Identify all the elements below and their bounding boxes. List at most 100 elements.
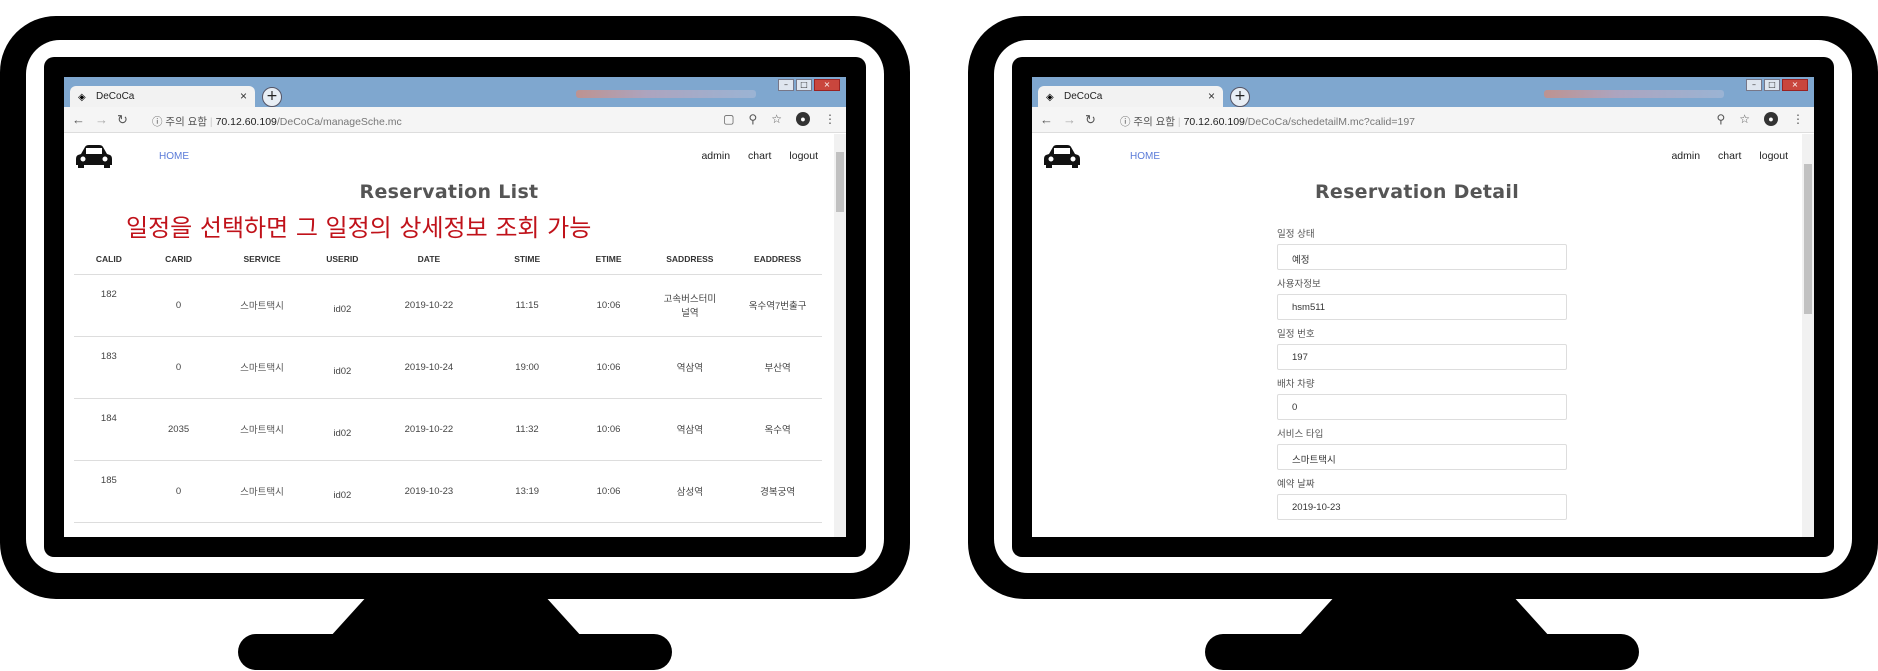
scrollbar-thumb[interactable] xyxy=(836,152,844,212)
page-viewport: HOME admin chart logout Reservation Deta… xyxy=(1032,134,1814,537)
new-tab-icon[interactable]: + xyxy=(1230,87,1250,107)
col-carid: CARID xyxy=(143,244,214,275)
tab-bar: ◈ DeCoCa × + – □ × xyxy=(64,77,846,108)
admin-link[interactable]: admin xyxy=(701,150,730,162)
search-icon[interactable]: ⚲ xyxy=(748,112,757,126)
field-label-vehicle: 배차 차량 xyxy=(1277,379,1315,390)
browser-tab[interactable]: ◈ DeCoCa × xyxy=(70,86,255,108)
forward-arrow-icon[interactable]: → xyxy=(95,112,108,127)
reload-icon[interactable]: ↻ xyxy=(1085,112,1096,128)
field-label-reservation-date: 예약 날짜 xyxy=(1277,479,1315,490)
minimize-icon[interactable]: – xyxy=(778,79,794,91)
col-etime: ETIME xyxy=(570,244,647,275)
field-label-schedule-number: 일정 번호 xyxy=(1277,329,1315,340)
field-label-status: 일정 상태 xyxy=(1277,229,1315,240)
cell-etime: 10:06 xyxy=(570,336,647,399)
search-icon[interactable]: ⚲ xyxy=(1716,112,1725,126)
menu-dots-icon[interactable]: ⋮ xyxy=(824,112,836,126)
cell-service: 스마트택시 xyxy=(213,398,311,461)
back-arrow-icon[interactable]: ← xyxy=(72,112,85,127)
window-close-icon[interactable]: × xyxy=(1782,79,1808,91)
cell-eaddress: 경복궁역 xyxy=(733,460,822,523)
admin-link[interactable]: admin xyxy=(1671,150,1700,162)
window-controls: – □ × xyxy=(778,79,840,91)
table-row[interactable]: 184 2035 스마트택시 id02 2019-10-22 11:32 10:… xyxy=(74,398,822,461)
cell-date: 2019-10-22 xyxy=(374,398,484,461)
cell-etime: 10:06 xyxy=(570,274,647,337)
car-logo-icon[interactable] xyxy=(75,144,113,168)
star-icon[interactable]: ☆ xyxy=(1739,112,1750,126)
chart-link[interactable]: chart xyxy=(748,150,771,162)
field-user[interactable]: hsm511 xyxy=(1277,294,1567,320)
back-arrow-icon[interactable]: ← xyxy=(1040,112,1053,127)
tab-bar: ◈ DeCoCa × + – □ × xyxy=(1032,77,1814,108)
car-favicon-icon: ◈ xyxy=(1046,92,1054,103)
left-browser-window: ◈ DeCoCa × + – □ × ← → ↻ ⓘ 주의 요함 | 70.12… xyxy=(64,77,846,537)
cell-carid: 0 xyxy=(143,274,214,337)
profile-avatar-icon[interactable]: ● xyxy=(796,112,810,126)
top-nav-links: admin chart logout xyxy=(701,150,818,162)
cell-carid: 0 xyxy=(143,460,214,523)
url-field[interactable]: ⓘ 주의 요함 | 70.12.60.109/DeCoCa/schedetail… xyxy=(1120,114,1415,129)
maximize-icon[interactable]: □ xyxy=(796,79,812,91)
cell-stime: 19:00 xyxy=(483,336,571,399)
annotation-text: 일정을 선택하면 그 일정의 상세정보 조회 가능 xyxy=(126,214,592,242)
cell-stime: 11:32 xyxy=(483,398,571,461)
profile-avatar-icon[interactable]: ● xyxy=(1764,112,1778,126)
logout-link[interactable]: logout xyxy=(789,150,818,162)
address-bar-actions: ⚲ ☆ ● ⋮ xyxy=(1716,112,1804,126)
close-tab-icon[interactable]: × xyxy=(1208,89,1215,103)
page: ◈ DeCoCa × + – □ × ← → ↻ ⓘ 주의 요함 | 70.12… xyxy=(0,0,1878,671)
vertical-scrollbar[interactable] xyxy=(1802,134,1814,537)
field-status[interactable]: 예정 xyxy=(1277,244,1567,270)
table-row[interactable]: 185 0 스마트택시 id02 2019-10-23 13:19 10:06 … xyxy=(74,460,822,523)
field-vehicle[interactable]: 0 xyxy=(1277,394,1567,420)
col-stime: STIME xyxy=(483,244,571,275)
page-viewport: HOME admin chart logout Reservation List… xyxy=(64,134,846,537)
table-row[interactable]: 182 0 스마트택시 id02 2019-10-22 11:15 10:06 … xyxy=(74,274,822,337)
security-warning: ⓘ 주의 요함 xyxy=(1120,116,1175,128)
field-reservation-date[interactable]: 2019-10-23 xyxy=(1277,494,1567,520)
table-row[interactable]: 183 0 스마트택시 id02 2019-10-24 19:00 10:06 … xyxy=(74,336,822,399)
star-icon[interactable]: ☆ xyxy=(771,112,782,126)
url-path: /DeCoCa/schedetailM.mc?calid=197 xyxy=(1244,116,1416,128)
field-schedule-number[interactable]: 197 xyxy=(1277,344,1567,370)
home-link[interactable]: HOME xyxy=(1130,151,1160,162)
vertical-scrollbar[interactable] xyxy=(834,134,846,537)
cell-date: 2019-10-23 xyxy=(374,460,484,523)
chart-link[interactable]: chart xyxy=(1718,150,1741,162)
url-field[interactable]: ⓘ 주의 요함 | 70.12.60.109/DeCoCa/manageSche… xyxy=(152,114,402,129)
blurred-background-text xyxy=(1544,90,1724,98)
field-service-type[interactable]: 스마트택시 xyxy=(1277,444,1567,470)
col-userid: USERID xyxy=(310,244,374,275)
cell-userid: id02 xyxy=(310,398,374,461)
menu-dots-icon[interactable]: ⋮ xyxy=(1792,112,1804,126)
col-eaddress: EADDRESS xyxy=(733,244,822,275)
window-close-icon[interactable]: × xyxy=(814,79,840,91)
tab-title: DeCoCa xyxy=(96,91,135,102)
top-nav-links: admin chart logout xyxy=(1671,150,1788,162)
browser-tab[interactable]: ◈ DeCoCa × xyxy=(1038,86,1223,108)
col-saddress: SADDRESS xyxy=(646,244,734,275)
translate-icon[interactable]: ▢ xyxy=(723,112,734,126)
new-tab-icon[interactable]: + xyxy=(262,87,282,107)
right-browser-window: ◈ DeCoCa × + – □ × ← → ↻ ⓘ 주의 요함 | 70.12… xyxy=(1032,77,1814,537)
reservation-table: CALID CARID SERVICE USERID DATE STIME ET… xyxy=(74,244,822,523)
scrollbar-thumb[interactable] xyxy=(1804,164,1812,314)
address-bar-actions: ▢ ⚲ ☆ ● ⋮ xyxy=(723,112,836,126)
minimize-icon[interactable]: – xyxy=(1746,79,1762,91)
address-bar: ← → ↻ ⓘ 주의 요함 | 70.12.60.109/DeCoCa/mana… xyxy=(64,107,846,133)
close-tab-icon[interactable]: × xyxy=(240,89,247,103)
car-logo-icon[interactable] xyxy=(1043,144,1081,168)
cell-userid: id02 xyxy=(310,336,374,399)
reload-icon[interactable]: ↻ xyxy=(117,112,128,128)
cell-stime: 13:19 xyxy=(483,460,571,523)
maximize-icon[interactable]: □ xyxy=(1764,79,1780,91)
forward-arrow-icon[interactable]: → xyxy=(1063,112,1076,127)
cell-userid: id02 xyxy=(310,274,374,337)
logout-link[interactable]: logout xyxy=(1759,150,1788,162)
home-link[interactable]: HOME xyxy=(159,151,189,162)
cell-date: 2019-10-22 xyxy=(374,274,484,337)
left-monitor-foot xyxy=(238,634,672,670)
address-bar: ← → ↻ ⓘ 주의 요함 | 70.12.60.109/DeCoCa/sche… xyxy=(1032,107,1814,133)
